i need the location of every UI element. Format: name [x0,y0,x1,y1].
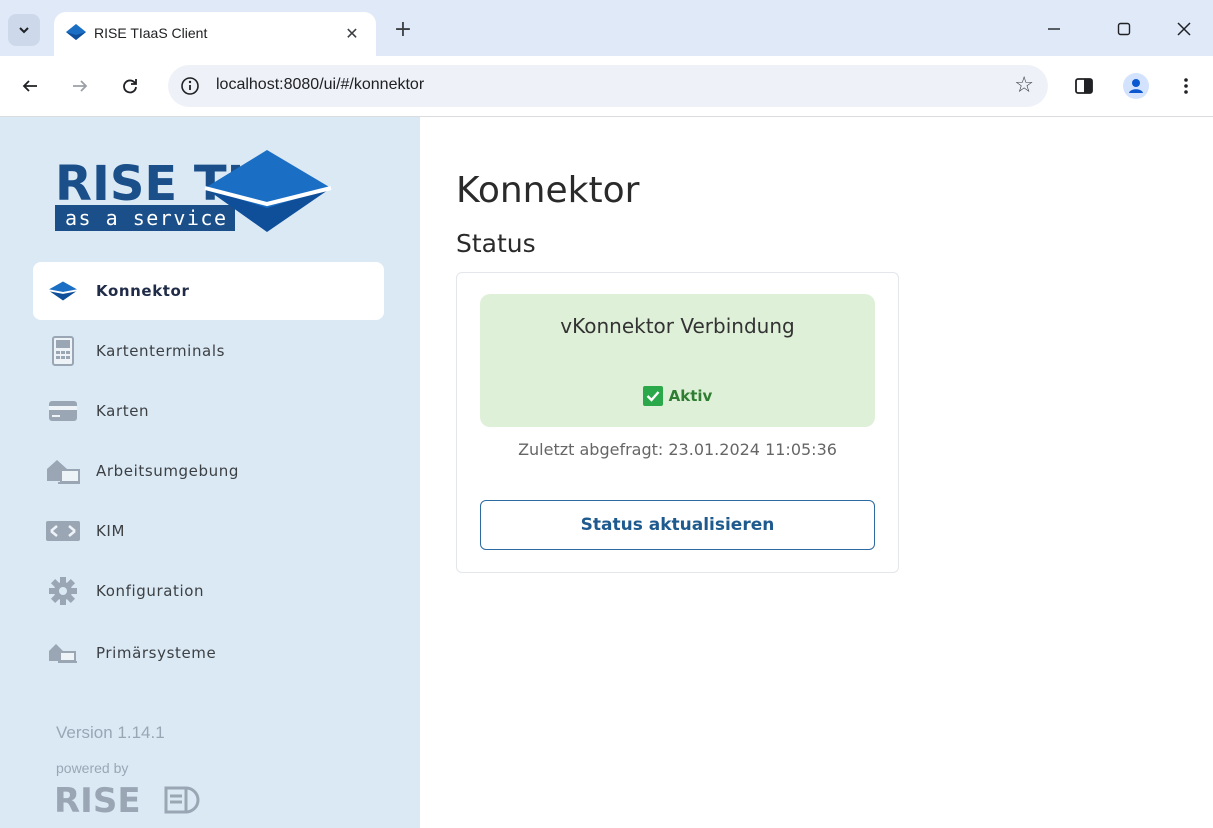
side-panel-button[interactable] [1070,72,1098,100]
arrow-left-icon [22,80,37,92]
kim-icon [45,516,81,546]
close-icon [1177,22,1191,36]
sidebar-item-primaersysteme[interactable]: Primärsysteme [33,624,384,682]
rise-footer-logo: RISE [54,781,200,816]
browser-tabstrip: RISE TIaaS Client ✕ + [0,0,1213,56]
maximize-icon [1117,22,1131,36]
sidebar-item-label: Konfiguration [96,582,205,600]
tab-search-button[interactable] [8,14,40,46]
section-title: Status [456,229,536,258]
sidebar-item-label: Arbeitsumgebung [96,462,239,480]
forward-button[interactable] [66,72,94,100]
status-title: vKonnektor Verbindung [560,314,795,338]
sidebar-item-arbeitsumgebung[interactable]: Arbeitsumgebung [33,442,384,500]
primary-systems-icon [45,638,81,668]
new-tab-button[interactable]: + [390,16,416,42]
last-query-timestamp: Zuletzt abgefragt: 23.01.2024 11:05:36 [518,440,837,459]
maximize-button[interactable] [1106,14,1142,44]
rise-ti-logo[interactable]: RISE TI as a service [55,146,345,236]
page-title: Konnektor [456,170,640,211]
sidebar-item-kartenterminals[interactable]: Kartenterminals [33,322,384,380]
minimize-icon [1048,28,1060,30]
workplace-icon [45,456,81,486]
bookmark-star-icon[interactable]: ☆ [1014,73,1034,98]
gear-icon [45,576,81,606]
sidebar-item-label: Konnektor [96,282,190,300]
minimize-button[interactable] [1036,14,1072,44]
url-text[interactable]: localhost:8080/ui/#/konnektor [216,76,424,94]
rise-favicon-icon [66,24,86,40]
browser-toolbar: localhost:8080/ui/#/konnektor ☆ [0,56,1213,117]
reload-button[interactable] [116,72,144,100]
profile-button[interactable] [1122,72,1150,100]
info-icon[interactable] [180,76,200,96]
sidebar-item-konfiguration[interactable]: Konfiguration [33,562,384,620]
sidebar-item-label: Kartenterminals [96,342,226,360]
konnektor-icon [45,276,81,306]
connection-status-box: vKonnektor Verbindung Aktiv [480,294,875,427]
sidebar-item-karten[interactable]: Karten [33,382,384,440]
sidebar-item-label: KIM [96,522,126,540]
sidebar-item-konnektor[interactable]: Konnektor [33,262,384,320]
browser-menu-button[interactable] [1172,72,1200,100]
refresh-status-button[interactable]: Status aktualisieren [480,500,875,550]
side-panel-icon [1075,78,1093,94]
status-card: vKonnektor Verbindung Aktiv Zuletzt abge… [456,272,899,573]
status-badge: Aktiv [668,387,713,405]
card-terminal-icon [45,336,81,366]
svg-text:RISE: RISE [54,781,141,816]
kebab-menu-icon [1184,78,1188,94]
tab-title: RISE TIaaS Client [94,25,208,41]
reload-icon [123,79,137,94]
check-icon [642,386,663,406]
close-window-button[interactable] [1166,14,1202,44]
tab-close-button[interactable]: ✕ [340,21,364,45]
sidebar: RISE TI as a service Konnektor Kartenter… [0,117,420,828]
version-label: Version 1.14.1 [56,723,165,742]
browser-tab[interactable]: RISE TIaaS Client ✕ [54,12,376,56]
sidebar-item-label: Primärsysteme [96,644,217,662]
card-icon [45,396,81,426]
address-bar[interactable]: localhost:8080/ui/#/konnektor ☆ [168,65,1048,107]
status-indicator: Aktiv [480,386,875,406]
arrow-right-icon [73,80,88,92]
avatar-icon [1123,73,1149,99]
sidebar-item-label: Karten [96,402,150,420]
back-button[interactable] [16,72,44,100]
svg-text:as a service: as a service [65,206,228,230]
chevron-down-icon [19,27,29,34]
sidebar-item-kim[interactable]: KIM [33,502,384,560]
